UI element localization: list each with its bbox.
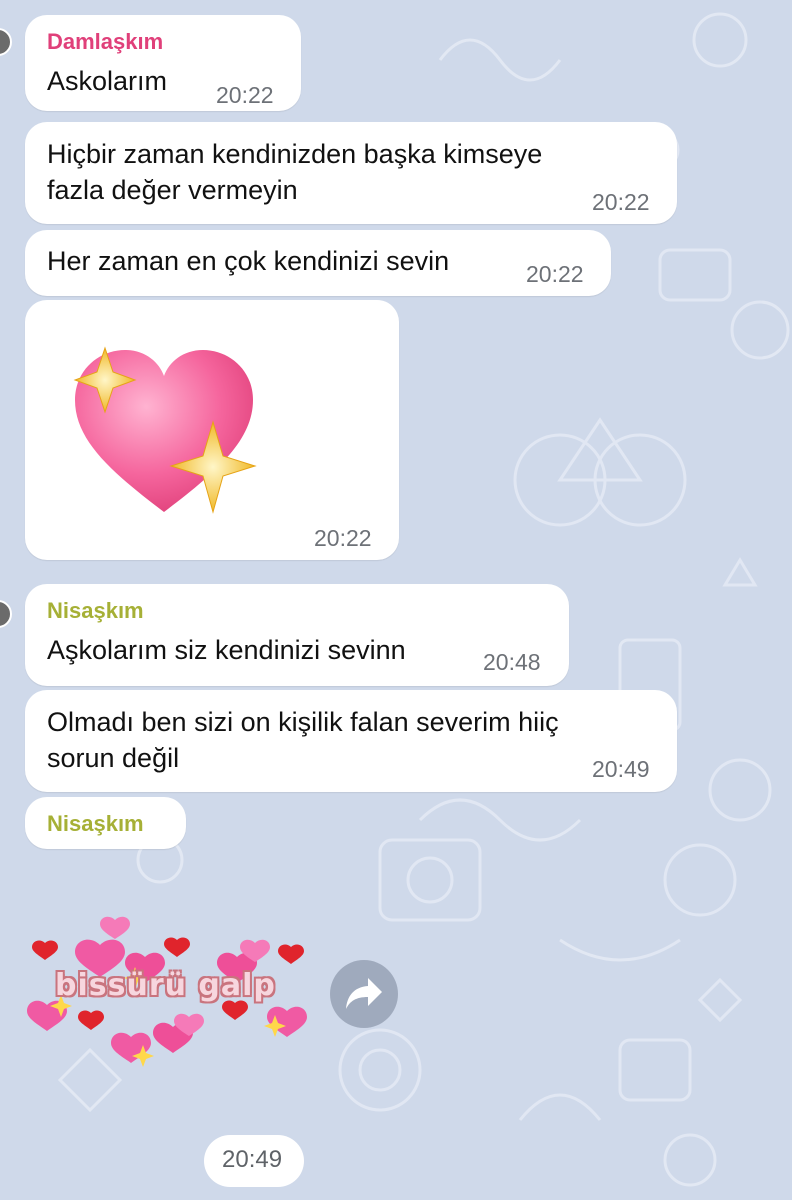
sender-name[interactable]: Nisaşkım xyxy=(47,811,144,837)
sender-name[interactable]: Damlaşkım xyxy=(47,29,163,55)
message-time: 20:22 xyxy=(216,82,274,108)
message-time: 20:49 xyxy=(222,1146,283,1173)
message-time: 20:49 xyxy=(592,756,650,782)
forward-button[interactable] xyxy=(330,960,398,1028)
sticker-time-badge: 20:49 xyxy=(204,1135,304,1187)
message-bubble[interactable]: Damlaşkım Askolarım 20:22 xyxy=(25,15,301,111)
sparkling-heart-icon xyxy=(73,346,257,514)
sticker-message-bubble[interactable]: 20:22 xyxy=(25,300,399,560)
message-text-line: fazla değer vermeyin xyxy=(47,175,298,205)
message-bubble[interactable]: Nisaşkım Aşkolarım siz kendinizi sevinn … xyxy=(25,584,569,686)
message-bubble[interactable]: Her zaman en çok kendinizi sevin 20:22 xyxy=(25,230,611,296)
message-bubble[interactable]: Olmadı ben sizi on kişilik falan severim… xyxy=(25,690,677,792)
message-text: Aşkolarım siz kendinizi sevinn xyxy=(47,635,406,665)
sender-label-bubble[interactable]: Nisaşkım xyxy=(25,797,186,849)
sticker-caption: bissürü galp xyxy=(55,968,276,1003)
message-text-line: Hiçbir zaman kendinizden başka kimseye xyxy=(47,139,543,169)
message-time: 20:22 xyxy=(592,189,650,215)
message-text: Askolarım xyxy=(47,66,168,96)
message-bubble[interactable]: Hiçbir zaman kendinizden başka kimseye f… xyxy=(25,122,677,224)
forward-arrow-icon xyxy=(346,978,382,1009)
message-text-line: Olmadı ben sizi on kişilik falan severim… xyxy=(47,707,559,737)
message-time: 20:22 xyxy=(314,525,372,551)
message-text: Her zaman en çok kendinizi sevin xyxy=(47,246,450,276)
message-text-line: sorun değil xyxy=(47,743,180,773)
message-time: 20:48 xyxy=(483,649,541,675)
message-time: 20:22 xyxy=(526,261,584,287)
sender-name[interactable]: Nisaşkım xyxy=(47,598,144,624)
